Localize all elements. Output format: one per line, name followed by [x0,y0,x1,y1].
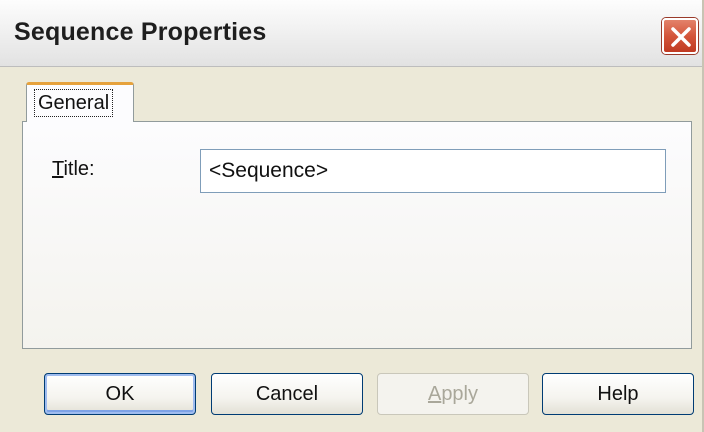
title-input[interactable] [200,149,666,193]
tab-general-label: General [34,89,114,117]
apply-button[interactable]: Apply [377,373,529,415]
apply-label-rest: pply [441,383,479,405]
help-button[interactable]: Help [542,373,694,415]
title-bar[interactable]: Sequence Properties [0,0,702,67]
close-button[interactable] [662,18,698,54]
title-label-text: itle: [63,158,95,180]
cancel-button[interactable]: Cancel [211,373,363,415]
title-label-accelerator: T [52,158,64,180]
sequence-properties-dialog: Sequence Properties General Title: OK Ca… [0,0,704,432]
tab-general[interactable]: General [26,82,134,122]
apply-accelerator: A [427,383,442,405]
window-title: Sequence Properties [14,18,267,46]
title-field-label: Title: [52,158,95,181]
close-icon [671,27,691,47]
ok-button[interactable]: OK [44,373,196,415]
